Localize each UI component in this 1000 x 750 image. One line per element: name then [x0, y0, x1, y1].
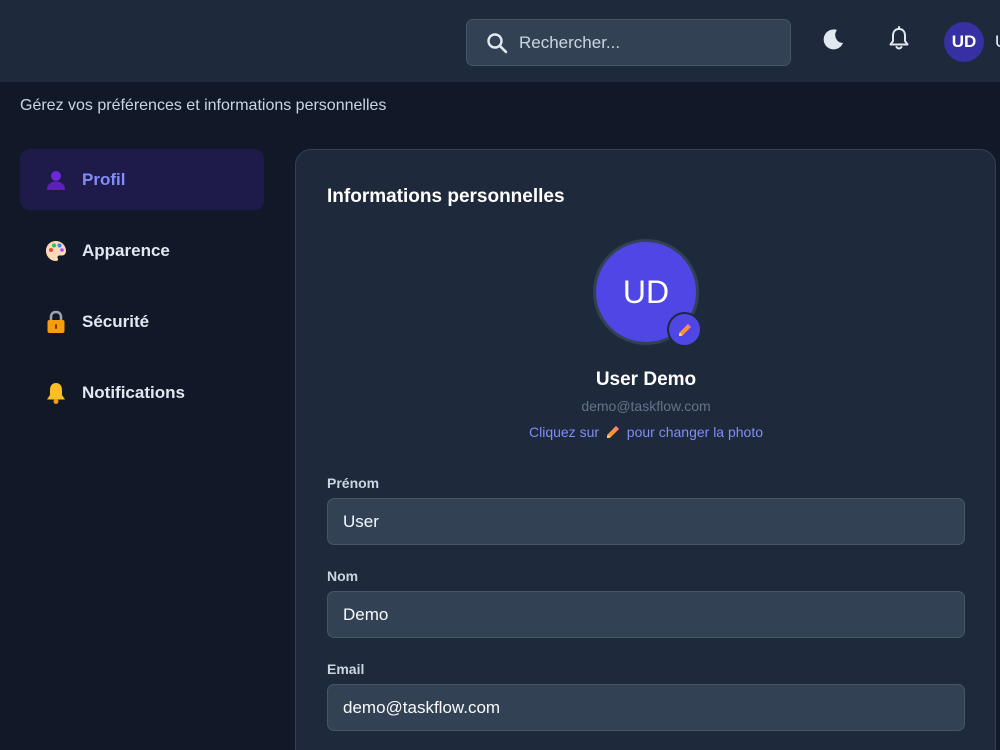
last-name-label: Nom: [327, 568, 359, 584]
user-avatar[interactable]: UD: [944, 22, 984, 62]
bell-icon: [889, 26, 909, 50]
pencil-icon: [605, 424, 621, 443]
search-input[interactable]: [519, 32, 779, 53]
pencil-icon: [678, 323, 691, 336]
card-title: Informations personnelles: [327, 186, 565, 207]
moon-icon: [823, 29, 843, 50]
sidebar-item-apparence[interactable]: Apparence: [20, 220, 264, 281]
first-name-label: Prénom: [327, 475, 380, 491]
top-bar: UD U: [0, 0, 1000, 83]
user-name[interactable]: U: [995, 32, 1000, 52]
sidebar-item-label: Notifications: [82, 382, 185, 402]
notifications-button[interactable]: [885, 25, 913, 53]
first-name-input[interactable]: [327, 498, 965, 545]
email-label: Email: [327, 661, 365, 677]
profile-name: User Demo: [595, 369, 697, 390]
photo-hint-after: pour changer la photo: [626, 424, 764, 440]
sidebar-item-securite[interactable]: Sécurité: [20, 291, 264, 352]
search-icon: [487, 32, 508, 53]
change-photo-button[interactable]: [667, 312, 702, 347]
theme-toggle-button[interactable]: [819, 25, 847, 53]
email-input[interactable]: [327, 684, 965, 731]
bell-icon: [44, 381, 68, 405]
palette-icon: [44, 239, 68, 263]
profile-card: Informations personnelles UD User Demo d…: [295, 149, 996, 750]
photo-hint: Cliquez sur pour changer la photo: [296, 424, 996, 443]
app-window: UD U Gérez vos préférences et informatio…: [0, 0, 1000, 750]
sidebar-item-profil[interactable]: Profil: [20, 149, 264, 210]
user-icon: [44, 168, 68, 192]
sidebar-item-notifications[interactable]: Notifications: [20, 362, 264, 423]
sidebar-item-label: Sécurité: [82, 311, 150, 331]
page-subtitle: Gérez vos préférences et informations pe…: [20, 97, 387, 114]
search-box[interactable]: [466, 19, 791, 66]
profile-email: demo@taskflow.com: [581, 398, 711, 414]
photo-hint-before: Cliquez sur: [528, 424, 600, 440]
sidebar-item-label: Apparence: [82, 240, 170, 260]
sidebar-item-label: Profil: [82, 169, 126, 189]
lock-icon: [44, 310, 68, 334]
last-name-input[interactable]: [327, 591, 965, 638]
